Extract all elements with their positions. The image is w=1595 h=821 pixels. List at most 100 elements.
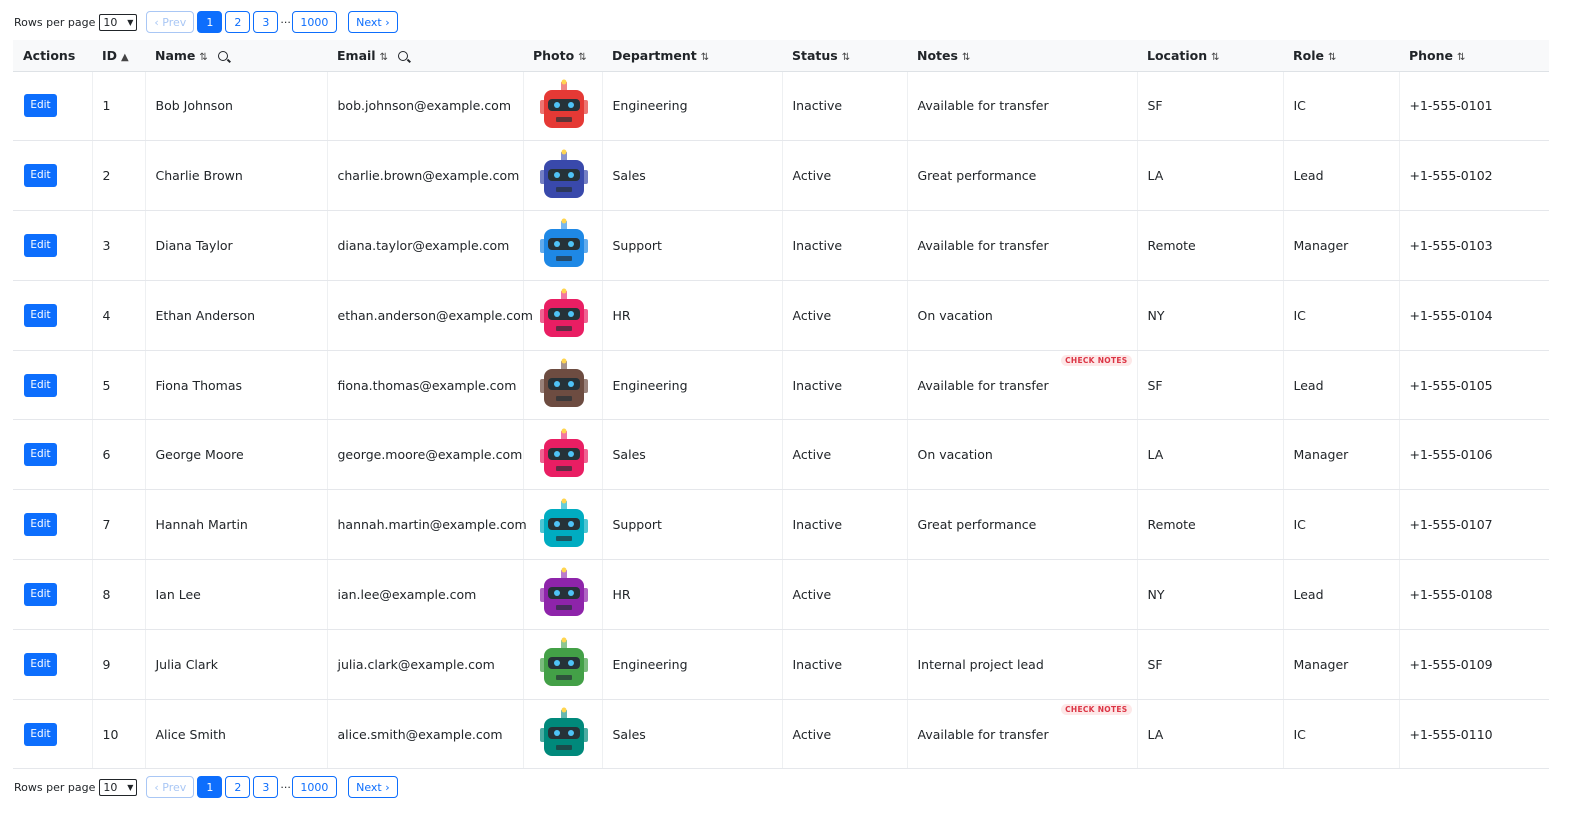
email-text: charlie.brown@example.com [337,168,520,184]
col-name-label: Name [155,47,196,63]
location-text: LA [1147,168,1164,184]
sort-icon[interactable]: ⇅ [380,52,388,63]
cell-email: bob.johnson@example.com [327,71,524,142]
department-text: Sales [612,168,646,184]
cell-photo [523,559,603,630]
sort-icon[interactable]: ⇅ [701,52,709,63]
robot-avatar-icon [539,707,588,757]
cell-location: Remote [1137,210,1284,281]
cell-photo [523,140,603,212]
edit-button[interactable]: Edit [24,582,57,606]
cell-role: Lead [1283,140,1400,212]
page-button-2[interactable]: 2 [225,11,251,33]
email-text: ian.lee@example.com [337,586,477,602]
next-page-button[interactable]: Next › [347,11,398,33]
col-header-status[interactable]: Status ⇅ [782,40,907,72]
col-header-email[interactable]: Email ⇅ [327,40,523,72]
rows-per-page-select[interactable]: 10 ▼ [99,13,138,31]
col-header-location[interactable]: Location ⇅ [1137,40,1283,72]
last-page-button[interactable]: 1000 [291,776,337,798]
sort-icon[interactable]: ⇅ [199,52,207,63]
cell-phone: +1-555-0107 [1399,489,1549,561]
last-page-button[interactable]: 1000 [291,11,337,33]
next-page-button[interactable]: Next › [347,776,398,798]
search-icon[interactable] [397,50,408,61]
robot-avatar-icon [539,149,588,198]
notes-text: Available for transfer [917,726,1049,742]
sort-icon[interactable]: ⇅ [1457,52,1465,63]
status-text: Active [792,307,832,323]
id-text: 9 [102,656,111,672]
phone-text: +1-555-0101 [1409,98,1493,114]
sort-icon[interactable]: ⇅ [962,52,970,63]
rows-per-page-select[interactable]: 10 ▼ [99,778,138,796]
col-header-role[interactable]: Role ⇅ [1283,40,1399,72]
cell-phone: +1-555-0110 [1399,699,1549,770]
pagination-ellipsis: ··· [280,15,291,29]
name-text: Alice Smith [155,726,226,742]
table-body: Edit 1 Bob Johnson bob.johnson@example.com E… [13,71,1549,770]
edit-button[interactable]: Edit [24,443,57,467]
robot-avatar-icon [539,358,588,408]
table-row: Edit 8 Ian Lee ian.lee@example.com HR Active N… [13,559,1549,630]
name-text: Hannah Martin [155,517,248,533]
department-text: Support [612,517,662,533]
sort-icon[interactable]: ⇅ [1211,52,1219,63]
edit-button[interactable]: Edit [24,94,57,118]
col-phone-label: Phone [1409,47,1454,63]
edit-button[interactable]: Edit [24,164,57,188]
cell-photo [523,419,603,491]
sort-icon[interactable]: ⇅ [1328,52,1336,63]
table-row: Edit 1 Bob Johnson bob.johnson@example.com E… [13,71,1549,142]
cell-name: Bob Johnson [145,71,328,142]
cell-email: hannah.martin@example.com [327,489,527,561]
page-button-1[interactable]: 1 [197,776,223,798]
edit-button[interactable]: Edit [24,722,57,746]
cell-notes [907,559,1138,630]
id-text: 8 [102,586,111,602]
id-text: 10 [102,726,119,742]
name-text: George Moore [155,447,244,463]
col-header-name[interactable]: Name ⇅ [145,40,327,72]
cell-phone: +1-555-0105 [1399,350,1549,421]
edit-button[interactable]: Edit [24,652,57,676]
cell-notes: Available for transfer CHECK NOTES [907,350,1138,421]
sort-icon[interactable]: ⇅ [842,52,850,63]
id-text: 6 [102,447,111,463]
name-text: Ian Lee [155,586,201,602]
status-text: Inactive [792,237,843,253]
prev-page-button[interactable]: ‹ Prev [146,11,195,33]
col-header-phone[interactable]: Phone ⇅ [1399,40,1549,72]
role-text: Lead [1293,586,1324,602]
chevron-down-icon: ▼ [127,17,134,27]
role-text: Manager [1293,447,1349,463]
cell-status: Inactive [782,71,908,142]
robot-avatar-icon [539,498,588,547]
edit-button[interactable]: Edit [24,233,57,257]
role-text: Lead [1293,377,1324,393]
page-button-3[interactable]: 3 [253,776,279,798]
col-header-department[interactable]: Department ⇅ [602,40,782,72]
sort-asc-icon[interactable]: ▲ [121,52,129,63]
search-icon[interactable] [217,50,228,61]
edit-button[interactable]: Edit [24,513,57,537]
edit-button[interactable]: Edit [24,373,57,397]
sort-icon[interactable]: ⇅ [578,52,586,63]
col-header-id[interactable]: ID ▲ [92,40,145,72]
cell-actions: Edit [13,629,93,700]
prev-page-button[interactable]: ‹ Prev [146,776,195,798]
notes-text: On vacation [917,447,993,463]
cell-status: Inactive [782,210,908,281]
edit-button[interactable]: Edit [24,303,57,327]
cell-role: IC [1283,489,1400,561]
col-header-photo[interactable]: Photo ⇅ [523,40,602,72]
role-text: Manager [1293,656,1349,672]
status-text: Active [792,447,832,463]
page-button-3[interactable]: 3 [253,11,279,33]
cell-email: fiona.thomas@example.com [327,350,524,421]
cell-photo [523,489,603,561]
col-header-notes[interactable]: Notes ⇅ [907,40,1137,72]
cell-id: 4 [92,280,146,351]
page-button-1[interactable]: 1 [197,11,223,33]
page-button-2[interactable]: 2 [225,776,251,798]
